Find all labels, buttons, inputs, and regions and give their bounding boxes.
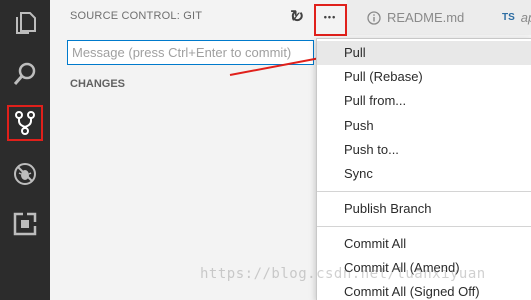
menu-item-push[interactable]: Push (317, 114, 531, 138)
menu-item-commit-all-amend[interactable]: Commit All (Amend) (317, 256, 531, 280)
menu-item-commit-all-signed-off[interactable]: Commit All (Signed Off) (317, 280, 531, 300)
menu-item-pull-rebase[interactable]: Pull (Rebase) (317, 65, 531, 89)
more-actions-menu: Pull Pull (Rebase) Pull from... Push Pus… (316, 38, 531, 300)
menu-item-commit-all[interactable]: Commit All (317, 232, 531, 256)
menu-item-pull-from[interactable]: Pull from... (317, 89, 531, 113)
menu-item-push-to[interactable]: Push to... (317, 138, 531, 162)
menu-separator (317, 226, 531, 227)
menu-item-pull[interactable]: Pull (317, 41, 531, 65)
menu-item-publish-branch[interactable]: Publish Branch (317, 197, 531, 221)
menu-separator (317, 191, 531, 192)
menu-item-sync[interactable]: Sync (317, 162, 531, 186)
